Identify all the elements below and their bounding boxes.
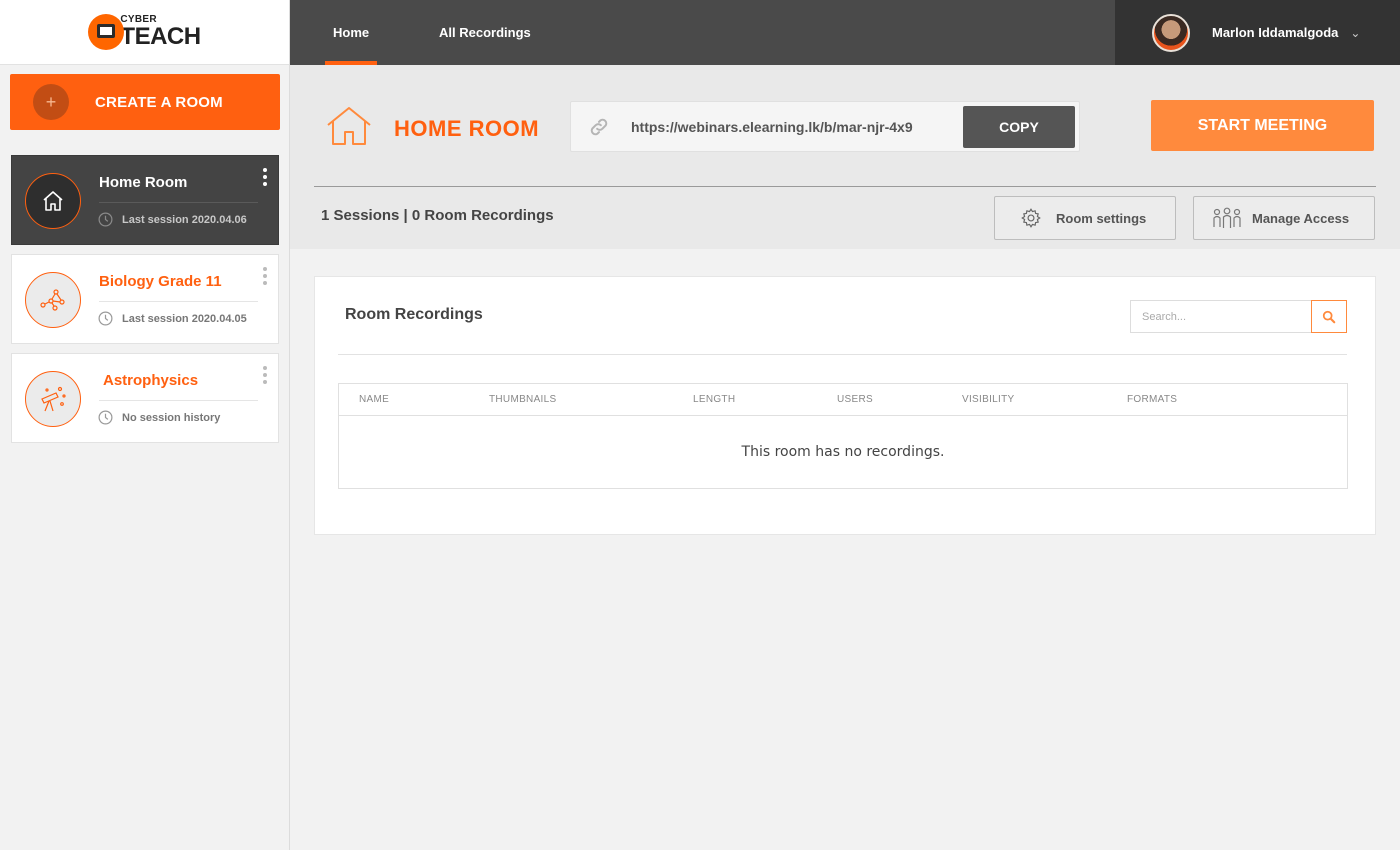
column-header-name[interactable]: NAME bbox=[359, 394, 389, 405]
room-settings-label: Room settings bbox=[1056, 210, 1147, 226]
room-divider bbox=[99, 400, 258, 401]
empty-recordings-message: This room has no recordings. bbox=[741, 444, 945, 460]
room-heading: HOME ROOM bbox=[394, 116, 540, 141]
create-room-button[interactable]: + CREATE A ROOM bbox=[10, 74, 280, 130]
manage-access-button[interactable]: Manage Access bbox=[1193, 196, 1375, 240]
sidebar: CYBER TEACH + CREATE A ROOM Home Room La… bbox=[0, 0, 290, 850]
logo-icon bbox=[88, 14, 125, 50]
room-card-astrophysics[interactable]: Astrophysics No session history bbox=[11, 353, 279, 443]
user-name: Marlon Iddamalgoda bbox=[1212, 25, 1339, 40]
room-last-session: Last session 2020.04.05 bbox=[122, 312, 247, 325]
table-header: NAME THUMBNAILS LENGTH USERS VISIBILITY … bbox=[339, 384, 1347, 416]
top-nav: Home All Recordings bbox=[290, 0, 1115, 65]
room-last-session: No session history bbox=[122, 411, 221, 424]
column-header-visibility[interactable]: VISIBILITY bbox=[962, 394, 1014, 405]
create-room-label: CREATE A ROOM bbox=[95, 93, 223, 111]
room-divider bbox=[99, 301, 258, 302]
column-header-formats[interactable]: FORMATS bbox=[1127, 394, 1177, 405]
avatar bbox=[1152, 13, 1190, 52]
room-last-session: Last session 2020.04.06 bbox=[122, 213, 247, 226]
room-title: Home Room bbox=[99, 174, 188, 191]
room-options-icon[interactable] bbox=[262, 366, 268, 384]
column-header-length[interactable]: LENGTH bbox=[693, 394, 735, 405]
clock-icon bbox=[98, 311, 113, 326]
search-button[interactable] bbox=[1311, 300, 1347, 333]
room-title: Astrophysics bbox=[103, 372, 199, 389]
room-card-biology-grade-11[interactable]: Biology Grade 11 Last session 2020.04.05 bbox=[11, 254, 279, 344]
room-settings-button[interactable]: Room settings bbox=[994, 196, 1176, 240]
chevron-down-icon: ⌄ bbox=[1350, 25, 1361, 40]
gear-icon bbox=[1021, 208, 1041, 228]
home-icon bbox=[325, 105, 373, 152]
column-header-thumbnails[interactable]: THUMBNAILS bbox=[489, 394, 556, 405]
clock-icon bbox=[98, 410, 113, 425]
telescope-icon bbox=[25, 371, 81, 427]
room-title: Biology Grade 11 bbox=[99, 273, 222, 290]
recordings-search bbox=[1130, 300, 1348, 333]
clock-icon bbox=[98, 212, 113, 227]
recordings-table: NAME THUMBNAILS LENGTH USERS VISIBILITY … bbox=[338, 383, 1348, 489]
recordings-panel: Room Recordings NAME THUMBNAILS LENGTH U… bbox=[314, 276, 1376, 535]
molecule-icon bbox=[25, 272, 81, 328]
room-url-box: https://webinars.elearning.lk/b/mar-njr-… bbox=[570, 101, 1080, 152]
logo-area: CYBER TEACH bbox=[0, 0, 289, 65]
room-card-home-room[interactable]: Home Room Last session 2020.04.06 bbox=[11, 155, 279, 245]
room-divider bbox=[99, 202, 258, 203]
room-header: HOME ROOM https://webinars.elearning.lk/… bbox=[290, 65, 1400, 249]
user-menu[interactable]: Marlon Iddamalgoda ⌄ bbox=[1115, 0, 1400, 65]
copy-button[interactable]: COPY bbox=[963, 106, 1075, 148]
recordings-title: Room Recordings bbox=[345, 306, 483, 323]
room-options-icon[interactable] bbox=[262, 168, 268, 186]
logo-big-text: TEACH bbox=[120, 23, 201, 50]
users-icon bbox=[1213, 207, 1241, 228]
divider bbox=[314, 186, 1376, 187]
search-icon bbox=[1322, 310, 1336, 323]
link-icon bbox=[590, 118, 608, 136]
plus-icon: + bbox=[33, 84, 69, 120]
sessions-summary: 1 Sessions | 0 Room Recordings bbox=[321, 207, 554, 224]
column-header-users[interactable]: USERS bbox=[837, 394, 873, 405]
divider bbox=[338, 354, 1347, 355]
tab-home[interactable]: Home bbox=[324, 0, 378, 65]
start-meeting-button[interactable]: START MEETING bbox=[1151, 100, 1374, 151]
search-input[interactable] bbox=[1130, 300, 1313, 333]
manage-access-label: Manage Access bbox=[1252, 210, 1350, 226]
room-url[interactable]: https://webinars.elearning.lk/b/mar-njr-… bbox=[631, 119, 913, 135]
tab-all-recordings[interactable]: All Recordings bbox=[439, 0, 531, 65]
room-options-icon[interactable] bbox=[262, 267, 268, 285]
logo[interactable]: CYBER TEACH bbox=[88, 14, 201, 50]
home-icon bbox=[25, 173, 81, 229]
